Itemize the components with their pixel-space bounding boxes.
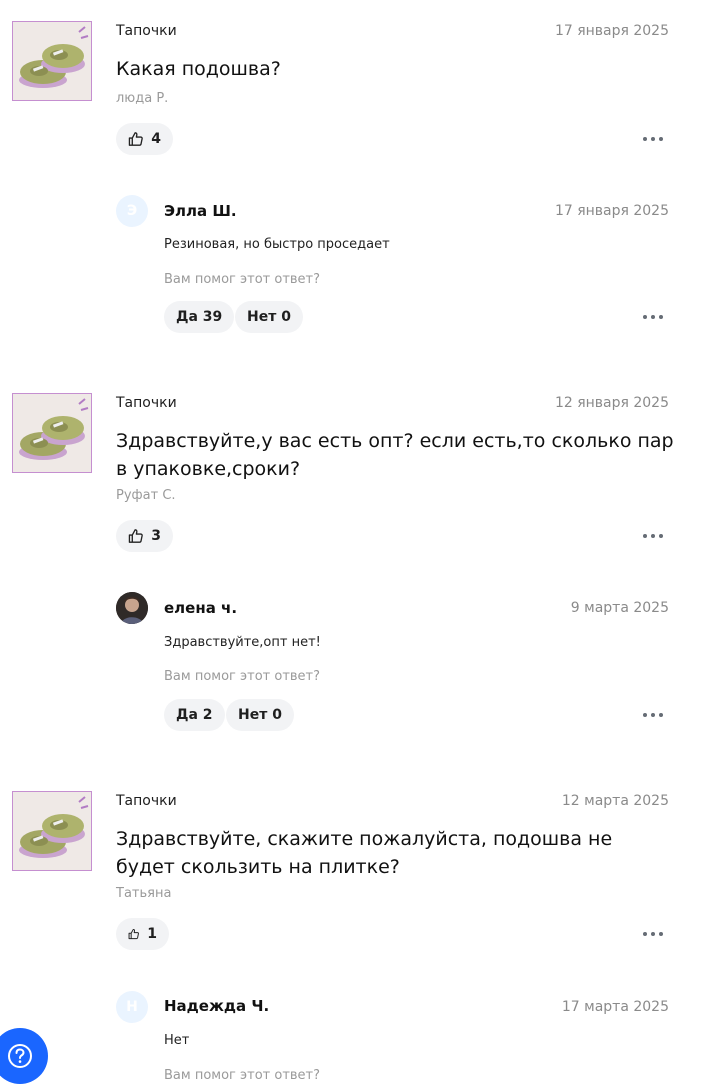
more-dot (651, 713, 655, 717)
answer-avatar-photo (116, 592, 148, 624)
slipper-product-image (13, 394, 91, 472)
like-button[interactable]: 3 (116, 520, 173, 552)
helpful-yes-button[interactable]: Да 39 (164, 301, 235, 333)
question-date: 17 января 2025 (554, 23, 669, 39)
slipper-product-image (13, 22, 91, 100)
product-name[interactable]: Тапочки (116, 23, 177, 39)
answer-avatar: Э (116, 195, 148, 227)
question-author: Руфат С. (116, 488, 176, 503)
helpful-prompt: Вам помог этот ответ? (164, 1068, 321, 1083)
more-dot (651, 534, 655, 538)
helpful-prompt: Вам помог этот ответ? (164, 669, 321, 684)
more-dot (659, 932, 663, 936)
question-author: люда Р. (116, 91, 169, 106)
question-date: 12 марта 2025 (561, 793, 669, 809)
question-card: Тапочки 12 марта 2025 Здравствуйте, скаж… (0, 791, 725, 1085)
question-text: Здравствуйте,у вас есть опт? если есть,т… (116, 430, 674, 480)
answer-more-button[interactable] (643, 312, 663, 322)
more-menu-button[interactable] (643, 531, 663, 541)
question-text: Какая подошва? (116, 58, 281, 80)
product-name[interactable]: Тапочки (116, 395, 177, 411)
more-dot (659, 713, 663, 717)
like-button[interactable]: 4 (116, 123, 173, 155)
like-count: 1 (147, 926, 157, 942)
helpful-no-button[interactable]: Нет 0 (226, 699, 294, 731)
more-dot (659, 137, 663, 141)
answer-more-button[interactable] (643, 710, 663, 720)
thumbs-up-icon (128, 928, 139, 940)
question-author: Татьяна (116, 886, 172, 901)
thumbs-up-icon (128, 132, 143, 146)
thumbs-up-icon (128, 529, 143, 543)
answer-avatar: Н (116, 991, 148, 1023)
answer-author: Элла Ш. (164, 202, 237, 220)
question-card: Тапочки 12 января 2025 Здравствуйте,у ва… (0, 393, 725, 733)
product-name[interactable]: Тапочки (116, 793, 177, 809)
answer-text: Здравствуйте,опт нет! (164, 635, 321, 650)
more-dot (651, 315, 655, 319)
helpful-yes-button[interactable]: Да 2 (164, 699, 225, 731)
like-count: 4 (151, 131, 161, 147)
answer-date: 17 января 2025 (554, 203, 669, 219)
answer-date: 17 марта 2025 (561, 999, 669, 1015)
more-dot (651, 137, 655, 141)
more-dot (659, 315, 663, 319)
like-count: 3 (151, 528, 161, 544)
answer-text: Нет (164, 1033, 190, 1048)
answer-author: Надежда Ч. (164, 997, 270, 1015)
product-thumbnail[interactable] (12, 21, 92, 101)
helpful-no-button[interactable]: Нет 0 (235, 301, 303, 333)
more-menu-button[interactable] (643, 929, 663, 939)
more-dots-icon (643, 137, 647, 141)
more-dot (651, 932, 655, 936)
answer-date: 9 марта 2025 (570, 600, 669, 616)
answer-text: Резиновая, но быстро проседает (164, 237, 390, 252)
like-button[interactable]: 1 (116, 918, 169, 950)
user-photo-icon (116, 592, 148, 624)
more-dot (659, 534, 663, 538)
answer-author: елена ч. (164, 599, 238, 617)
question-date: 12 января 2025 (554, 395, 669, 411)
more-dots-icon (643, 713, 647, 717)
question-text: Здравствуйте, скажите пожалуйста, подошв… (116, 828, 613, 878)
more-dots-icon (643, 534, 647, 538)
slipper-product-image (13, 792, 91, 870)
question-card: Тапочки 17 января 2025 Какая подошва? лю… (0, 21, 725, 341)
more-dots-icon (643, 315, 647, 319)
help-question-icon (8, 1044, 32, 1068)
helpful-prompt: Вам помог этот ответ? (164, 272, 321, 287)
product-thumbnail[interactable] (12, 393, 92, 473)
product-thumbnail[interactable] (12, 791, 92, 871)
more-menu-button[interactable] (643, 134, 663, 144)
more-dots-icon (643, 932, 647, 936)
